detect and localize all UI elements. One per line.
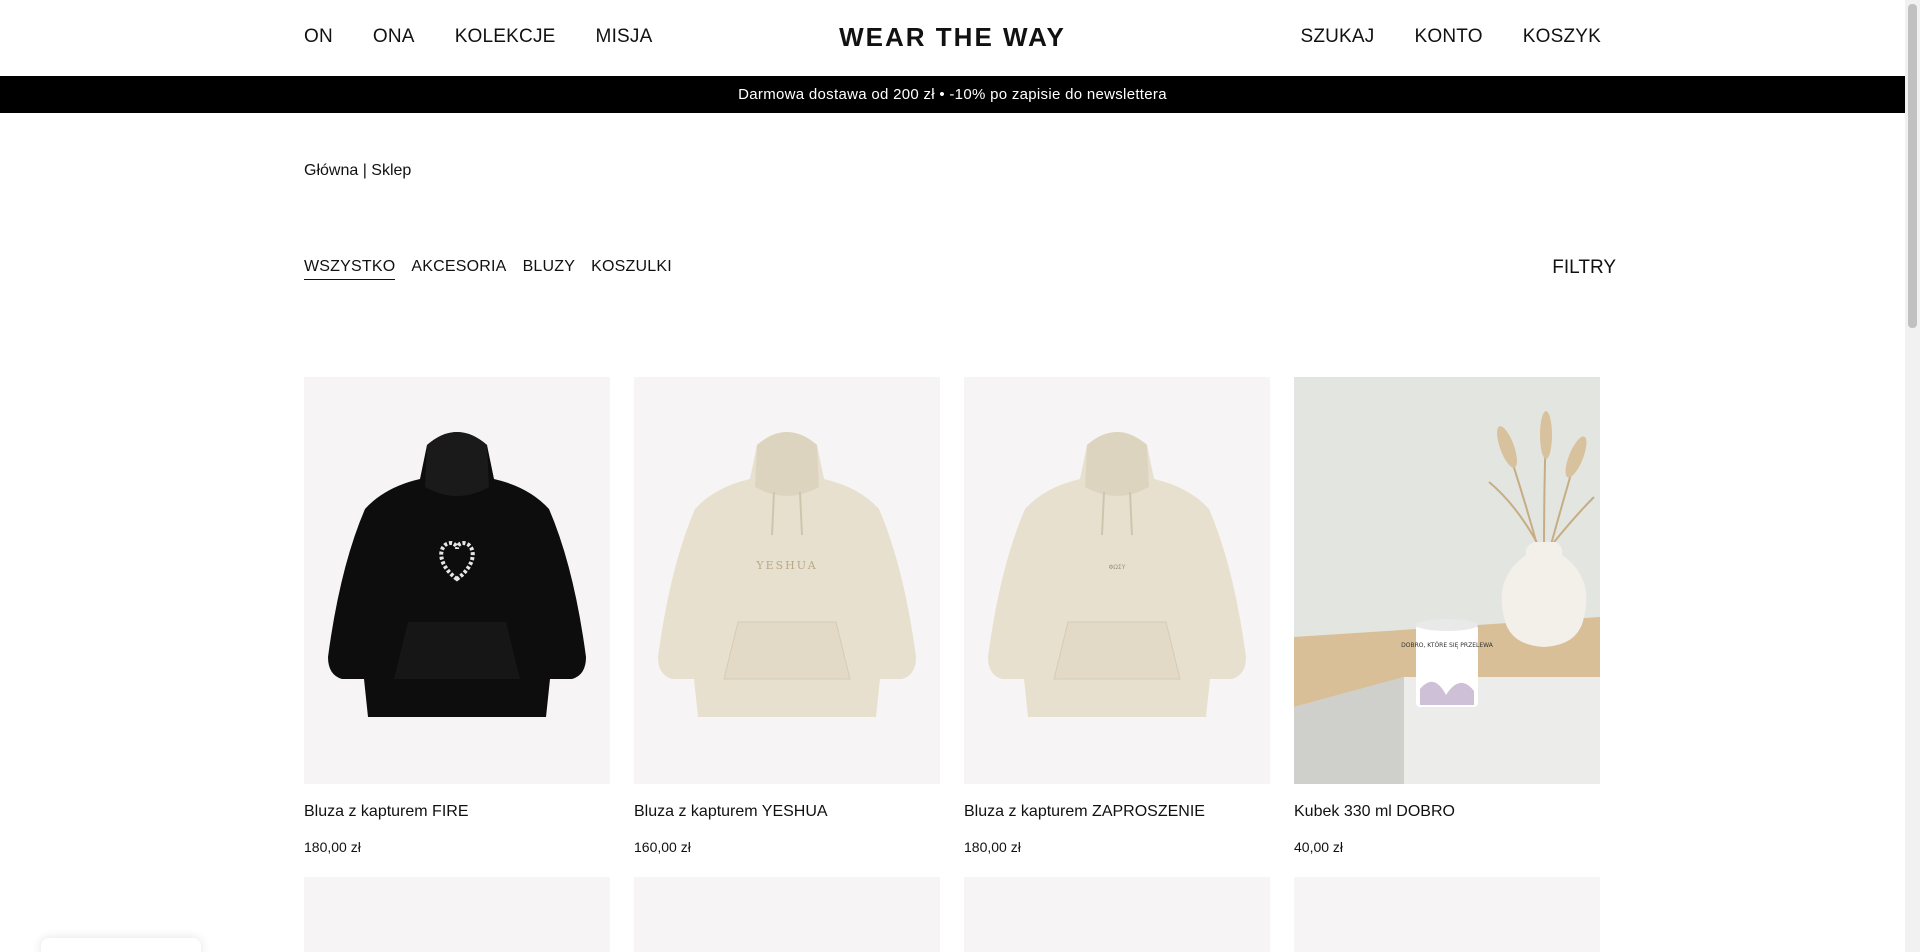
product-card-placeholder[interactable] bbox=[634, 877, 940, 952]
breadcrumb-current: Sklep bbox=[371, 162, 412, 179]
category-tabs: WSZYSTKO AKCESORIA BLUZY KOSZULKI bbox=[304, 258, 672, 280]
product-card-placeholder[interactable] bbox=[1294, 877, 1600, 952]
filters-button[interactable]: FILTRY bbox=[1552, 257, 1616, 279]
product-card[interactable]: Bluza z kapturem FIRE 180,00 zł bbox=[304, 377, 610, 855]
product-image[interactable] bbox=[964, 877, 1270, 952]
site-header: ON ONA KOLEKCJE MISJA WEAR THE WAY SZUKA… bbox=[0, 0, 1905, 76]
product-price: 180,00 zł bbox=[304, 839, 361, 855]
nav-koszyk[interactable]: KOSZYK bbox=[1523, 26, 1601, 48]
nav-szukaj[interactable]: SZUKAJ bbox=[1300, 26, 1374, 48]
tab-akcesoria[interactable]: AKCESORIA bbox=[411, 258, 506, 280]
product-card-placeholder[interactable] bbox=[304, 877, 610, 952]
main-nav-right: SZUKAJ KONTO KOSZYK bbox=[1300, 26, 1601, 48]
product-grid: Bluza z kapturem FIRE 180,00 zł YESHUA B… bbox=[304, 377, 1601, 952]
product-name[interactable]: Bluza z kapturem FIRE bbox=[304, 803, 610, 821]
tab-bluzy[interactable]: BLUZY bbox=[523, 258, 576, 280]
product-image[interactable]: ΦΩΣΥ bbox=[964, 377, 1270, 784]
scrollbar-thumb[interactable] bbox=[1908, 4, 1917, 328]
product-image[interactable] bbox=[634, 877, 940, 952]
beige-hoodie-image: YESHUA bbox=[658, 432, 916, 717]
yeshua-print-text: YESHUA bbox=[755, 559, 817, 572]
cookie-consent-tab[interactable] bbox=[41, 938, 201, 952]
product-image[interactable]: YESHUA bbox=[634, 377, 940, 784]
breadcrumb-separator: | bbox=[358, 162, 372, 179]
nav-konto[interactable]: KONTO bbox=[1415, 26, 1483, 48]
product-price: 160,00 zł bbox=[634, 839, 691, 855]
product-card-placeholder[interactable] bbox=[964, 877, 1270, 952]
product-image[interactable]: DOBRO, KTÓRE SIĘ PRZELEWA bbox=[1294, 377, 1600, 784]
small-print-text: ΦΩΣΥ bbox=[1109, 564, 1126, 571]
product-image[interactable] bbox=[304, 877, 610, 952]
tab-koszulki[interactable]: KOSZULKI bbox=[591, 258, 672, 280]
mug-print-text: DOBRO, KTÓRE SIĘ PRZELEWA bbox=[1401, 642, 1494, 649]
product-name[interactable]: Bluza z kapturem ZAPROSZENIE bbox=[964, 803, 1270, 821]
promo-text: Darmowa dostawa od 200 zł • -10% po zapi… bbox=[738, 86, 1167, 103]
product-card[interactable]: ΦΩΣΥ Bluza z kapturem ZAPROSZENIE 180,00… bbox=[964, 377, 1270, 855]
product-image[interactable] bbox=[304, 377, 610, 784]
product-price: 180,00 zł bbox=[964, 839, 1021, 855]
product-card[interactable]: YESHUA Bluza z kapturem YESHUA 160,00 zł bbox=[634, 377, 940, 855]
scrollbar[interactable] bbox=[1905, 0, 1920, 952]
product-price: 40,00 zł bbox=[1294, 839, 1344, 855]
black-hoodie-image bbox=[328, 432, 586, 717]
tab-wszystko[interactable]: WSZYSTKO bbox=[304, 258, 396, 280]
product-name[interactable]: Kubek 330 ml DOBRO bbox=[1294, 803, 1600, 821]
beige-hoodie-image: ΦΩΣΥ bbox=[988, 432, 1246, 717]
product-card[interactable]: DOBRO, KTÓRE SIĘ PRZELEWA Kubek 330 ml D… bbox=[1294, 377, 1600, 855]
mug-scene-image: DOBRO, KTÓRE SIĘ PRZELEWA bbox=[1294, 377, 1600, 784]
site-logo[interactable]: WEAR THE WAY bbox=[0, 22, 1905, 53]
product-name[interactable]: Bluza z kapturem YESHUA bbox=[634, 803, 940, 821]
product-image[interactable] bbox=[1294, 877, 1600, 952]
breadcrumb-home[interactable]: Główna bbox=[304, 162, 358, 179]
promo-bar: Darmowa dostawa od 200 zł • -10% po zapi… bbox=[0, 76, 1905, 113]
breadcrumb: Główna | Sklep bbox=[304, 162, 411, 180]
